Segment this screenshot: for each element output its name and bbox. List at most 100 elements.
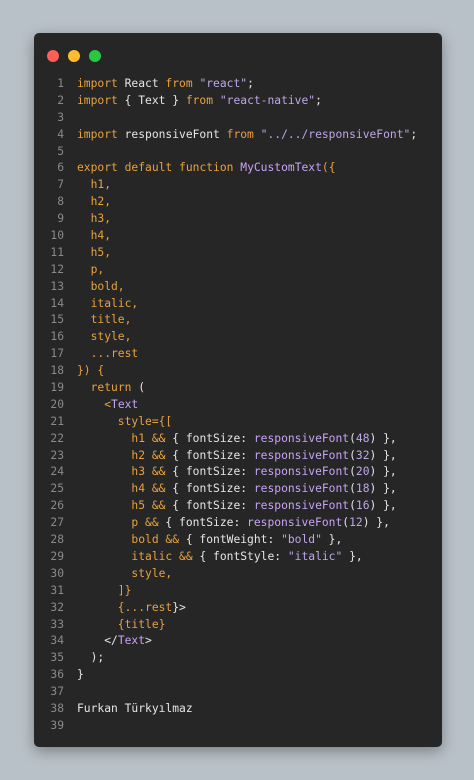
code-token: ) },: [369, 499, 397, 513]
code-content: {title}: [64, 617, 166, 634]
code-token: italic,: [77, 296, 139, 310]
close-icon[interactable]: [47, 50, 59, 62]
code-token: (: [349, 482, 356, 496]
line-number: 4: [57, 127, 64, 141]
code-content: }: [64, 667, 84, 684]
code-token: }>: [172, 600, 186, 614]
code-token: h1,: [77, 178, 112, 192]
code-token: h5,: [77, 245, 112, 259]
code-token: "italic": [287, 549, 343, 563]
code-line: 32 {...rest}>: [34, 600, 442, 617]
code-token: { fontSize:: [165, 482, 254, 496]
code-token: { fontSize:: [165, 448, 254, 462]
code-token: h3,: [77, 212, 112, 226]
code-token: }: [77, 668, 84, 682]
code-line: 7 h1,: [34, 177, 442, 194]
code-token: 20: [355, 465, 370, 479]
code-content: h2 && { fontSize: responsiveFont(32) },: [64, 448, 397, 465]
code-token: { fontStyle:: [192, 549, 288, 563]
code-line: 37: [34, 684, 442, 701]
code-content: Furkan Türkyılmaz: [64, 701, 193, 718]
code-token: import: [77, 77, 118, 90]
code-line: 36}: [34, 667, 442, 684]
line-number: 19: [50, 381, 64, 395]
code-content: h4 && { fontSize: responsiveFont(18) },: [64, 481, 397, 498]
code-token: &&: [151, 465, 166, 479]
code-token: &&: [151, 482, 166, 496]
code-content: h2,: [64, 194, 111, 211]
line-number: 12: [50, 262, 64, 276]
code-content: style,: [64, 566, 172, 583]
code-token: from: [165, 77, 193, 90]
code-token: return: [90, 381, 132, 395]
code-token: ...rest: [124, 600, 173, 614]
line-number: 31: [50, 583, 64, 597]
code-token: },: [321, 533, 343, 547]
code-token: h5: [77, 499, 152, 513]
minimize-icon[interactable]: [68, 50, 80, 62]
code-content: style,: [64, 329, 132, 346]
code-content: p && { fontSize: responsiveFont(12) },: [64, 515, 390, 532]
code-token: p,: [77, 262, 105, 276]
code-content: style={[: [64, 414, 172, 431]
code-token: "react": [199, 77, 248, 90]
code-content: italic && { fontStyle: "italic" },: [64, 549, 362, 566]
code-token: Furkan Türkyılmaz: [77, 701, 193, 715]
code-token: import: [77, 127, 118, 141]
line-number: 29: [50, 549, 64, 563]
code-content: h1,: [64, 177, 111, 194]
code-line: 38 Furkan Türkyılmaz: [34, 701, 442, 718]
code-content: return (: [64, 380, 145, 397]
code-token: { fontSize:: [158, 516, 248, 530]
code-line: 39: [34, 718, 442, 735]
maximize-icon[interactable]: [89, 50, 101, 62]
code-content: italic,: [64, 296, 139, 313]
code-token: bold,: [77, 279, 125, 293]
code-token: (: [349, 465, 356, 479]
line-number: 33: [50, 617, 64, 631]
code-content: h4,: [64, 228, 111, 245]
code-token: h2,: [77, 195, 112, 209]
code-token: responsiveFont: [253, 448, 350, 462]
line-number: 37: [50, 685, 64, 699]
code-line: 1 import React from "react";: [34, 76, 442, 93]
code-token: bold: [77, 533, 166, 547]
code-token: function: [179, 161, 234, 175]
code-token: ) },: [369, 448, 397, 462]
code-token: responsiveFont: [247, 516, 343, 530]
code-line: 27 p && { fontSize: responsiveFont(12) }…: [34, 515, 442, 532]
code-token: responsiveFont: [253, 482, 350, 496]
code-line: 22 h1 && { fontSize: responsiveFont(48) …: [34, 431, 442, 448]
code-line: 12 p,: [34, 262, 442, 279]
code-token: ;: [247, 77, 254, 90]
code-line: 23 h2 && { fontSize: responsiveFont(32) …: [34, 448, 442, 465]
code-line: 14 italic,: [34, 296, 442, 313]
code-content: bold && { fontWeight: "bold" },: [64, 532, 342, 549]
code-token: default: [124, 161, 173, 175]
code-token: 12: [349, 516, 363, 530]
code-token: &&: [179, 549, 193, 563]
window-controls: [47, 50, 101, 62]
code-line: 17 ...rest: [34, 346, 442, 363]
code-line: 6 export default function MyCustomText({: [34, 160, 442, 177]
code-line: 35 );: [34, 650, 442, 667]
code-token: </: [77, 634, 118, 648]
code-content: h3,: [64, 211, 111, 228]
code-line: 3: [34, 110, 442, 127]
code-token: style,: [77, 566, 173, 580]
code-line: 10 h4,: [34, 228, 442, 245]
code-token: &&: [151, 499, 166, 513]
code-token: ) },: [369, 482, 397, 496]
code-token: { Text }: [117, 93, 186, 107]
code-token: h3: [77, 465, 152, 479]
code-line: 30 style,: [34, 566, 442, 583]
code-token: responsiveFont: [253, 499, 350, 513]
code-content: <Text: [64, 397, 138, 414]
code-token: <: [77, 397, 112, 411]
code-token: Text: [111, 397, 139, 411]
code-line: 5: [34, 144, 442, 161]
line-number: 17: [50, 347, 64, 361]
line-number: 32: [50, 600, 64, 614]
code-token: (: [349, 431, 356, 445]
